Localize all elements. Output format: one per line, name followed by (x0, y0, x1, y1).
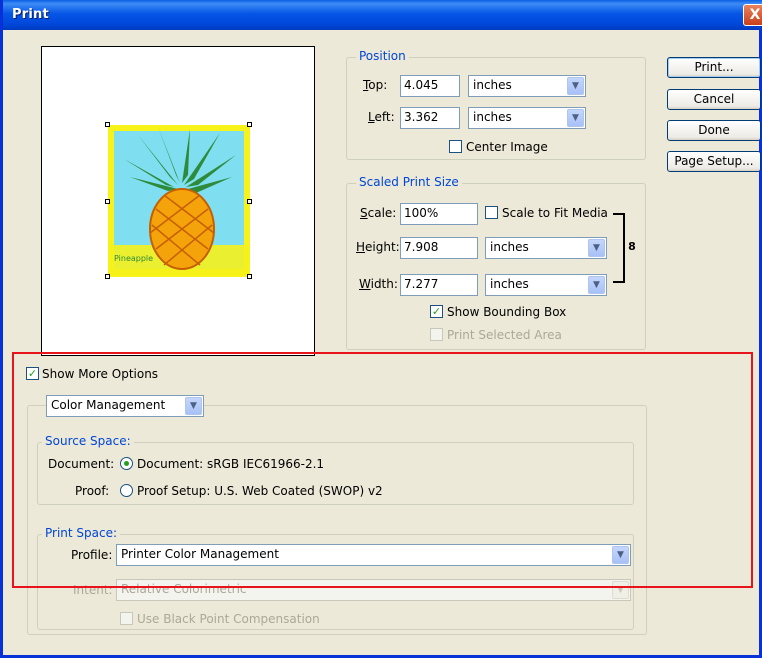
height-input[interactable]: 7.908 (400, 237, 478, 259)
cancel-button[interactable]: Cancel (667, 89, 761, 110)
left-label: Left: (368, 110, 395, 124)
height-unit-select[interactable]: inches ▼ (485, 237, 607, 259)
window-title: Print (12, 7, 49, 22)
chevron-down-icon[interactable]: ▼ (588, 276, 605, 294)
top-unit-value: inches (473, 78, 512, 92)
print-selected-area-checkbox (430, 328, 443, 341)
bbox-handle[interactable] (105, 274, 110, 279)
top-unit-select[interactable]: inches ▼ (468, 75, 586, 97)
artwork-image[interactable]: Pineapple (105, 122, 252, 279)
page-setup-button[interactable]: Page Setup... (667, 151, 761, 172)
profile-select[interactable]: Printer Color Management ▼ (116, 544, 631, 566)
bbox-handle[interactable] (105, 199, 110, 204)
title-bar[interactable]: Print X (3, 0, 762, 30)
pineapple-artwork: Pineapple (108, 125, 250, 277)
top-input[interactable]: 4.045 (400, 75, 460, 97)
top-label: Top: (363, 78, 388, 92)
proof-option-label[interactable]: Proof Setup: U.S. Web Coated (SWOP) v2 (137, 484, 383, 498)
chevron-down-icon[interactable]: ▼ (567, 109, 584, 127)
bbox-handle[interactable] (247, 122, 252, 127)
aspect-link-bracket (613, 213, 625, 283)
scale-to-fit-label[interactable]: Scale to Fit Media (502, 206, 608, 220)
chevron-down-icon[interactable]: ▼ (588, 239, 605, 257)
black-point-label: Use Black Point Compensation (137, 612, 320, 626)
options-mode-value: Color Management (51, 398, 166, 412)
done-button[interactable]: Done (667, 120, 761, 141)
left-unit-select[interactable]: inches ▼ (468, 107, 586, 129)
width-label: Width: (359, 277, 398, 291)
intent-value: Relative Colorimetric (121, 582, 247, 596)
scaled-print-size-legend: Scaled Print Size (356, 175, 462, 189)
show-bounding-box-checkbox[interactable]: ✓ (430, 305, 443, 318)
source-space-legend: Source Space: (42, 434, 134, 448)
close-icon[interactable]: X (743, 4, 762, 26)
show-bounding-box-label[interactable]: Show Bounding Box (447, 305, 566, 319)
bbox-handle[interactable] (105, 122, 110, 127)
print-dialog: Print X Pineapple Position Top: 4.045 in… (0, 0, 762, 658)
document-radio[interactable] (120, 457, 133, 470)
width-input[interactable]: 7.277 (400, 274, 478, 296)
document-option-label[interactable]: Document: sRGB IEC61966-2.1 (137, 457, 324, 471)
print-preview: Pineapple (41, 46, 315, 356)
print-space-legend: Print Space: (42, 526, 121, 540)
options-mode-select[interactable]: Color Management ▼ (46, 395, 204, 417)
artwork-signature: Pineapple (114, 254, 153, 263)
height-unit-value: inches (490, 240, 529, 254)
left-unit-value: inches (473, 110, 512, 124)
center-image-checkbox[interactable] (449, 140, 462, 153)
left-input[interactable]: 3.362 (400, 107, 460, 129)
bbox-handle[interactable] (247, 199, 252, 204)
document-label: Document: (48, 457, 115, 471)
bbox-handle[interactable] (247, 274, 252, 279)
chevron-down-icon[interactable]: ▼ (185, 397, 202, 415)
chevron-down-icon: ▼ (612, 581, 629, 599)
chevron-down-icon[interactable]: ▼ (612, 546, 629, 564)
profile-value: Printer Color Management (121, 547, 279, 561)
black-point-checkbox (120, 612, 133, 625)
position-legend: Position (356, 49, 409, 63)
center-image-label[interactable]: Center Image (466, 140, 548, 154)
intent-select: Relative Colorimetric ▼ (116, 579, 631, 601)
scale-to-fit-checkbox[interactable] (485, 206, 498, 219)
show-more-options-checkbox[interactable]: ✓ (26, 367, 39, 380)
width-unit-value: inches (490, 277, 529, 291)
scale-input[interactable]: 100% (400, 203, 478, 225)
print-button[interactable]: Print... (667, 57, 761, 78)
profile-label: Profile: (71, 548, 113, 562)
proof-label: Proof: (75, 484, 110, 498)
show-more-options-label[interactable]: Show More Options (42, 367, 158, 381)
proof-radio[interactable] (120, 484, 133, 497)
chevron-down-icon[interactable]: ▼ (567, 77, 584, 95)
chain-link-icon: 8 (627, 240, 637, 254)
height-label: Height: (356, 240, 400, 254)
print-selected-area-label: Print Selected Area (447, 328, 562, 342)
width-unit-select[interactable]: inches ▼ (485, 274, 607, 296)
intent-label: Intent: (73, 583, 113, 597)
scale-label: Scale: (360, 206, 397, 220)
